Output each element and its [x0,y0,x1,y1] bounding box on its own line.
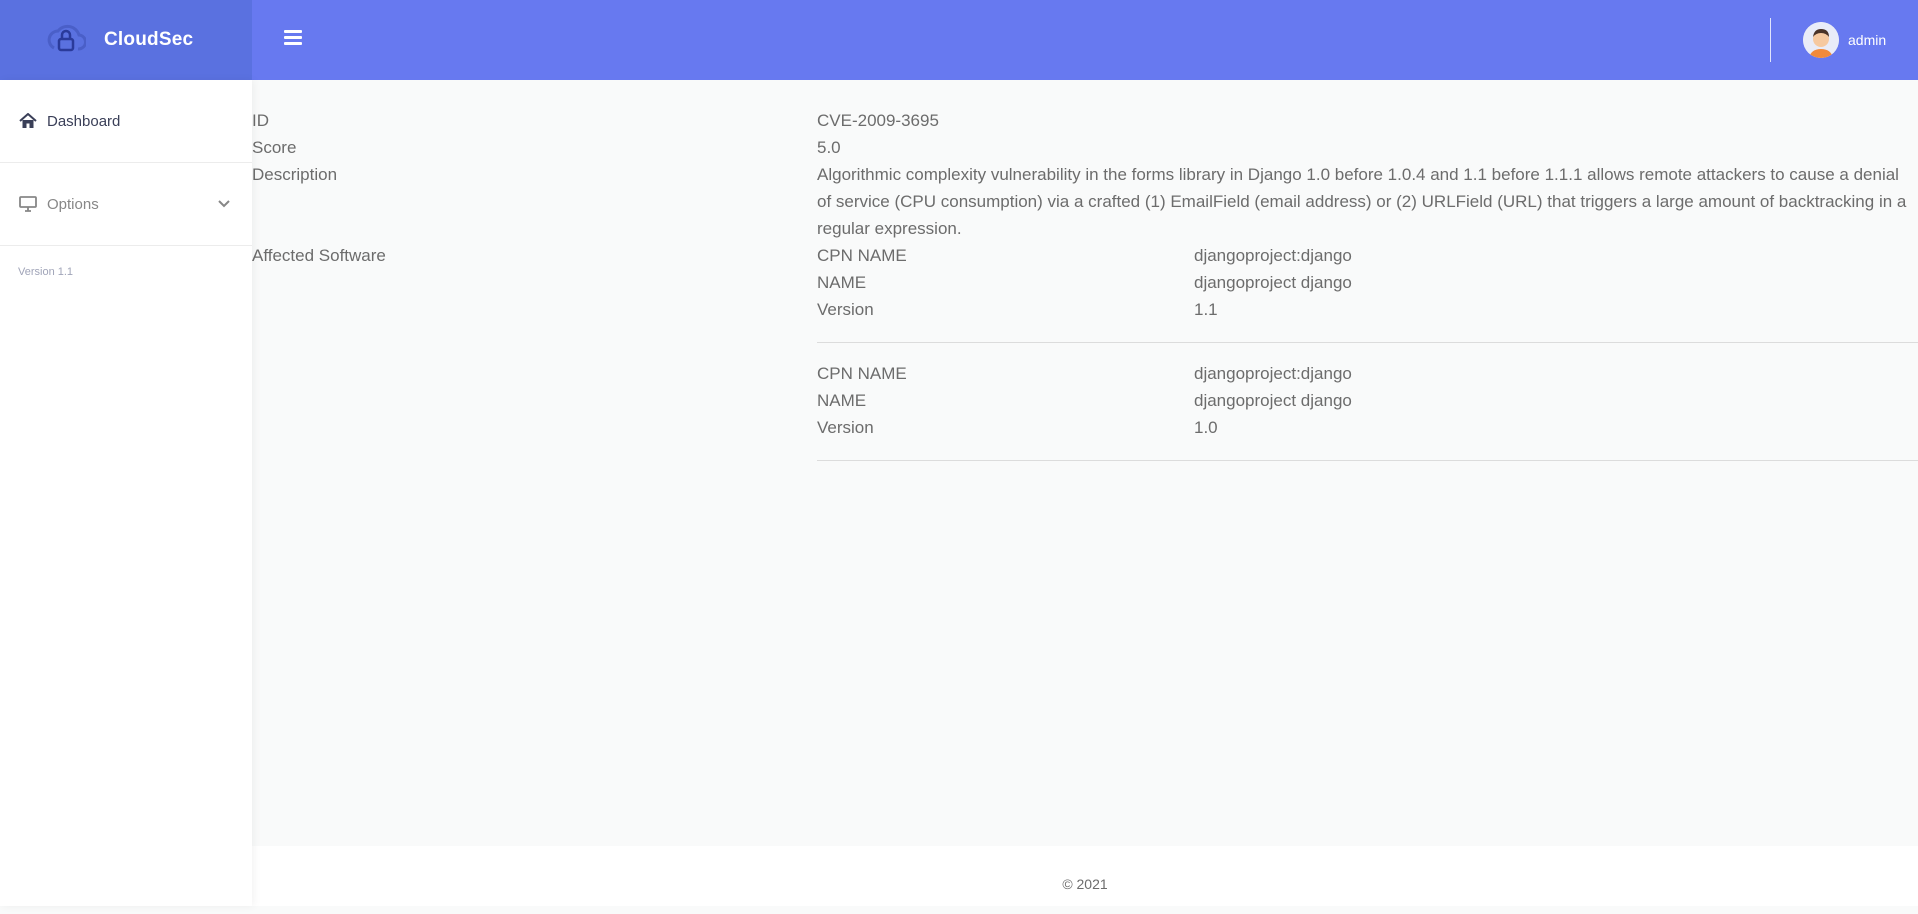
cpn-name-label: CPN NAME [817,246,907,265]
affected-software-label: Affected Software [252,246,386,265]
score-label: Score [252,138,297,157]
top-divider [1770,18,1771,62]
software-entry: CPN NAME djangoproject:django NAME djang… [817,360,1918,461]
sidebar-item-label: Options [47,195,99,213]
cpn-name-value: djangoproject:django [1194,246,1352,265]
version-label: Version [817,300,874,319]
copyright-text: © 2021 [1062,876,1108,892]
brand-name: CloudSec [104,29,194,50]
version-value: 1.0 [1194,418,1218,437]
description-value: Algorithmic complexity vulnerability in … [817,165,1907,238]
name-value: djangoproject django [1194,391,1352,410]
version-value: 1.1 [1194,300,1218,319]
score-value: 5.0 [817,138,841,157]
version-label: Version 1.1 [18,266,74,278]
vulnerability-details: ID CVE-2009-3695 Score 5.0 Description A… [252,80,1918,846]
description-label: Description [252,165,338,184]
id-label: ID [252,111,269,130]
sidebar-item-options[interactable]: Options [0,163,252,246]
name-label: NAME [817,391,867,410]
monitor-icon [19,196,37,212]
sidebar-item-dashboard[interactable]: Dashboard [0,80,252,163]
footer: © 2021 [252,846,1918,906]
brand[interactable]: CloudSec [0,0,252,80]
cpn-name-value: djangoproject:django [1194,364,1352,383]
id-value: CVE-2009-3695 [817,111,939,130]
lock-cloud-icon [47,24,86,52]
software-entry: CPN NAME djangoproject:django NAME djang… [817,242,1918,343]
name-label: NAME [817,273,867,292]
menu-toggle-icon[interactable] [284,30,302,46]
sidebar-item-label: Dashboard [47,112,121,130]
top-bar: admin [252,0,1918,80]
avatar [1803,22,1839,58]
version-label: Version [817,418,874,437]
name-value: djangoproject django [1194,273,1352,292]
chevron-down-icon [218,200,230,208]
sidebar: Dashboard Options Version 1.1 [0,80,252,906]
home-icon [19,113,37,128]
cpn-name-label: CPN NAME [817,364,907,383]
user-menu[interactable]: admin [1803,22,1886,58]
username: admin [1848,32,1887,48]
